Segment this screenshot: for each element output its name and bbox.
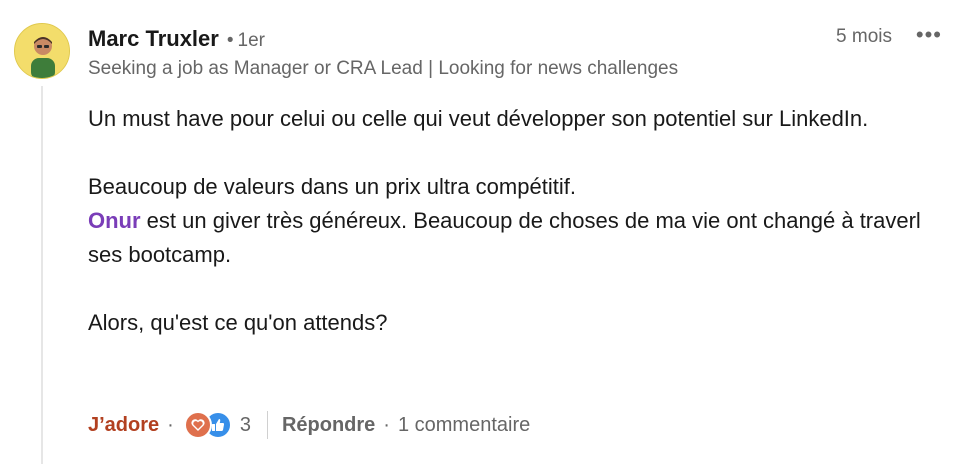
heart-icon: [183, 411, 212, 439]
comment-paragraph-1: Un must have pour celui ou celle qui veu…: [88, 106, 869, 131]
connection-degree: • 1er: [227, 30, 265, 52]
mention-link[interactable]: Onur: [88, 208, 141, 233]
comment-paragraph-3: Onur est un giver très généreux. Beaucou…: [88, 204, 928, 272]
reactions-summary[interactable]: [183, 411, 232, 439]
avatar[interactable]: [14, 23, 70, 79]
reply-button[interactable]: Répondre: [282, 414, 375, 437]
reaction-button[interactable]: J’adore: [88, 414, 159, 437]
comment-timestamp: 5 mois: [836, 26, 892, 47]
mention-text: est un giver très généreux. Beaucoup de …: [88, 208, 921, 267]
action-separator: ·: [167, 413, 174, 436]
comment-author: Marc Truxler • 1er: [88, 26, 265, 52]
action-separator: ·: [383, 413, 390, 436]
author-headline: Seeking a job as Manager or CRA Lead | L…: [88, 58, 679, 79]
comment-paragraph-4: Alors, qu'est ce qu'on attends?: [88, 310, 388, 335]
reaction-count[interactable]: 3: [240, 414, 251, 437]
comment-actions: J’adore · 3 Répondre · 1 commentaire: [88, 410, 530, 440]
degree-separator: •: [226, 30, 234, 51]
thread-line: [41, 86, 43, 464]
author-name[interactable]: Marc Truxler: [88, 26, 219, 52]
comment-body: Un must have pour celui ou celle qui veu…: [88, 102, 928, 340]
replies-count-link[interactable]: 1 commentaire: [398, 414, 530, 437]
comment-paragraph-2: Beaucoup de valeurs dans un prix ultra c…: [88, 174, 576, 199]
more-options-icon[interactable]: •••: [916, 22, 942, 48]
avatar-image: [15, 24, 69, 78]
actions-divider: [266, 411, 268, 439]
degree-label: 1er: [237, 30, 265, 51]
